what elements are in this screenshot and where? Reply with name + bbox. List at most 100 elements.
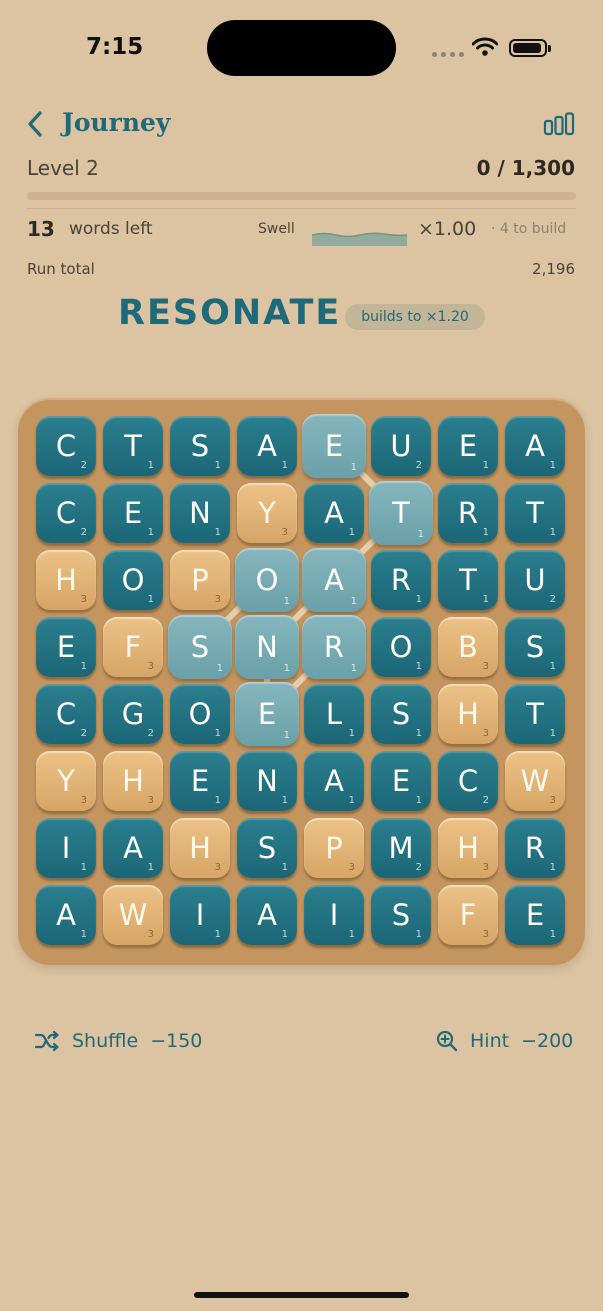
- tile-r6-c8[interactable]: W3: [505, 751, 565, 811]
- tile-points: 3: [482, 728, 489, 739]
- tile-r2-c1[interactable]: C2: [36, 483, 96, 543]
- tile-r6-c7[interactable]: C2: [438, 751, 498, 811]
- tile-r7-c3[interactable]: H3: [170, 818, 230, 878]
- tile-r4-c7[interactable]: B3: [438, 617, 498, 677]
- tile-r1-c2[interactable]: T1: [103, 416, 163, 476]
- tile-points: 1: [214, 527, 221, 538]
- tile-points: 3: [281, 527, 288, 538]
- tile-r2-c2[interactable]: E1: [103, 483, 163, 543]
- tile-letter: T: [124, 429, 142, 463]
- tile-r8-c8[interactable]: E1: [505, 885, 565, 945]
- tile-r7-c6[interactable]: M2: [371, 818, 431, 878]
- tile-r2-c5[interactable]: A1: [304, 483, 364, 543]
- tile-r3-c1[interactable]: H3: [36, 550, 96, 610]
- run-total-label: Run total: [27, 260, 95, 278]
- tile-letter: Y: [57, 764, 75, 798]
- tile-r5-c3[interactable]: O1: [170, 684, 230, 744]
- tile-r5-c5[interactable]: L1: [304, 684, 364, 744]
- tile-points: 2: [147, 728, 154, 739]
- tile-r4-c3[interactable]: S1: [168, 615, 232, 679]
- tile-r4-c6[interactable]: O1: [371, 617, 431, 677]
- tile-points: 1: [549, 661, 556, 672]
- tile-r4-c2[interactable]: F3: [103, 617, 163, 677]
- tile-letter: S: [525, 630, 545, 664]
- tile-r4-c8[interactable]: S1: [505, 617, 565, 677]
- tile-r4-c1[interactable]: E1: [36, 617, 96, 677]
- tile-r3-c5[interactable]: A1: [302, 548, 366, 612]
- tile-letter: O: [188, 697, 212, 731]
- tile-letter: R: [390, 563, 412, 597]
- tile-letter: P: [325, 831, 343, 865]
- tile-r8-c5[interactable]: I1: [304, 885, 364, 945]
- tile-letter: H: [122, 764, 144, 798]
- tile-r3-c8[interactable]: U2: [505, 550, 565, 610]
- tile-points: 1: [415, 661, 422, 672]
- back-chevron-icon[interactable]: [22, 108, 52, 140]
- tile-r5-c6[interactable]: S1: [371, 684, 431, 744]
- hint-button[interactable]: Hint −200: [436, 1030, 573, 1052]
- tile-letter: N: [256, 764, 278, 798]
- tile-r7-c8[interactable]: R1: [505, 818, 565, 878]
- tile-points: 3: [147, 661, 154, 672]
- tile-r4-c4[interactable]: N1: [235, 615, 299, 679]
- tile-points: 1: [482, 460, 489, 471]
- tile-r3-c6[interactable]: R1: [371, 550, 431, 610]
- tile-r2-c6[interactable]: T1: [369, 481, 433, 545]
- tile-r2-c7[interactable]: R1: [438, 483, 498, 543]
- tile-letter: O: [389, 630, 413, 664]
- tile-r7-c1[interactable]: I1: [36, 818, 96, 878]
- tile-r8-c2[interactable]: W3: [103, 885, 163, 945]
- tile-r8-c3[interactable]: I1: [170, 885, 230, 945]
- tile-r3-c4[interactable]: O1: [235, 548, 299, 612]
- tile-r8-c4[interactable]: A1: [237, 885, 297, 945]
- tile-r5-c2[interactable]: G2: [103, 684, 163, 744]
- tile-r1-c1[interactable]: C2: [36, 416, 96, 476]
- tile-r1-c7[interactable]: E1: [438, 416, 498, 476]
- tile-r5-c8[interactable]: T1: [505, 684, 565, 744]
- tile-r8-c6[interactable]: S1: [371, 885, 431, 945]
- tile-r2-c4[interactable]: Y3: [237, 483, 297, 543]
- tile-r5-c4[interactable]: E1: [235, 682, 299, 746]
- tile-r7-c4[interactable]: S1: [237, 818, 297, 878]
- tile-r3-c7[interactable]: T1: [438, 550, 498, 610]
- tile-r8-c7[interactable]: F3: [438, 885, 498, 945]
- tile-points: 2: [482, 795, 489, 806]
- tile-r6-c5[interactable]: A1: [304, 751, 364, 811]
- tile-letter: I: [195, 898, 205, 932]
- tile-letter: A: [324, 764, 344, 798]
- tile-r5-c7[interactable]: H3: [438, 684, 498, 744]
- tile-letter: C: [55, 429, 77, 463]
- tile-r6-c3[interactable]: E1: [170, 751, 230, 811]
- tile-r1-c8[interactable]: A1: [505, 416, 565, 476]
- tile-r2-c8[interactable]: T1: [505, 483, 565, 543]
- tile-r7-c2[interactable]: A1: [103, 818, 163, 878]
- tile-r4-c5[interactable]: R1: [302, 615, 366, 679]
- tile-letter: N: [189, 496, 211, 530]
- tile-points: 1: [214, 728, 221, 739]
- tile-r7-c7[interactable]: H3: [438, 818, 498, 878]
- tile-r6-c6[interactable]: E1: [371, 751, 431, 811]
- tile-r8-c1[interactable]: A1: [36, 885, 96, 945]
- tile-points: 1: [147, 862, 154, 873]
- tile-points: 3: [482, 929, 489, 940]
- tile-r5-c1[interactable]: C2: [36, 684, 96, 744]
- shuffle-button[interactable]: Shuffle −150: [34, 1030, 202, 1052]
- tile-points: 1: [214, 929, 221, 940]
- tile-r6-c2[interactable]: H3: [103, 751, 163, 811]
- tile-r6-c4[interactable]: N1: [237, 751, 297, 811]
- tile-letter: A: [257, 429, 277, 463]
- tile-r3-c3[interactable]: P3: [170, 550, 230, 610]
- tile-letter: S: [391, 697, 411, 731]
- tile-r6-c1[interactable]: Y3: [36, 751, 96, 811]
- tile-r2-c3[interactable]: N1: [170, 483, 230, 543]
- tile-r1-c6[interactable]: U2: [371, 416, 431, 476]
- tile-r1-c4[interactable]: A1: [237, 416, 297, 476]
- stats-icon[interactable]: [543, 112, 575, 136]
- tile-r3-c2[interactable]: O1: [103, 550, 163, 610]
- shuffle-label: Shuffle: [72, 1030, 139, 1052]
- tile-letter: H: [55, 563, 77, 597]
- tile-r1-c5[interactable]: E1: [302, 414, 366, 478]
- tile-r7-c5[interactable]: P3: [304, 818, 364, 878]
- tile-points: 1: [281, 460, 288, 471]
- tile-r1-c3[interactable]: S1: [170, 416, 230, 476]
